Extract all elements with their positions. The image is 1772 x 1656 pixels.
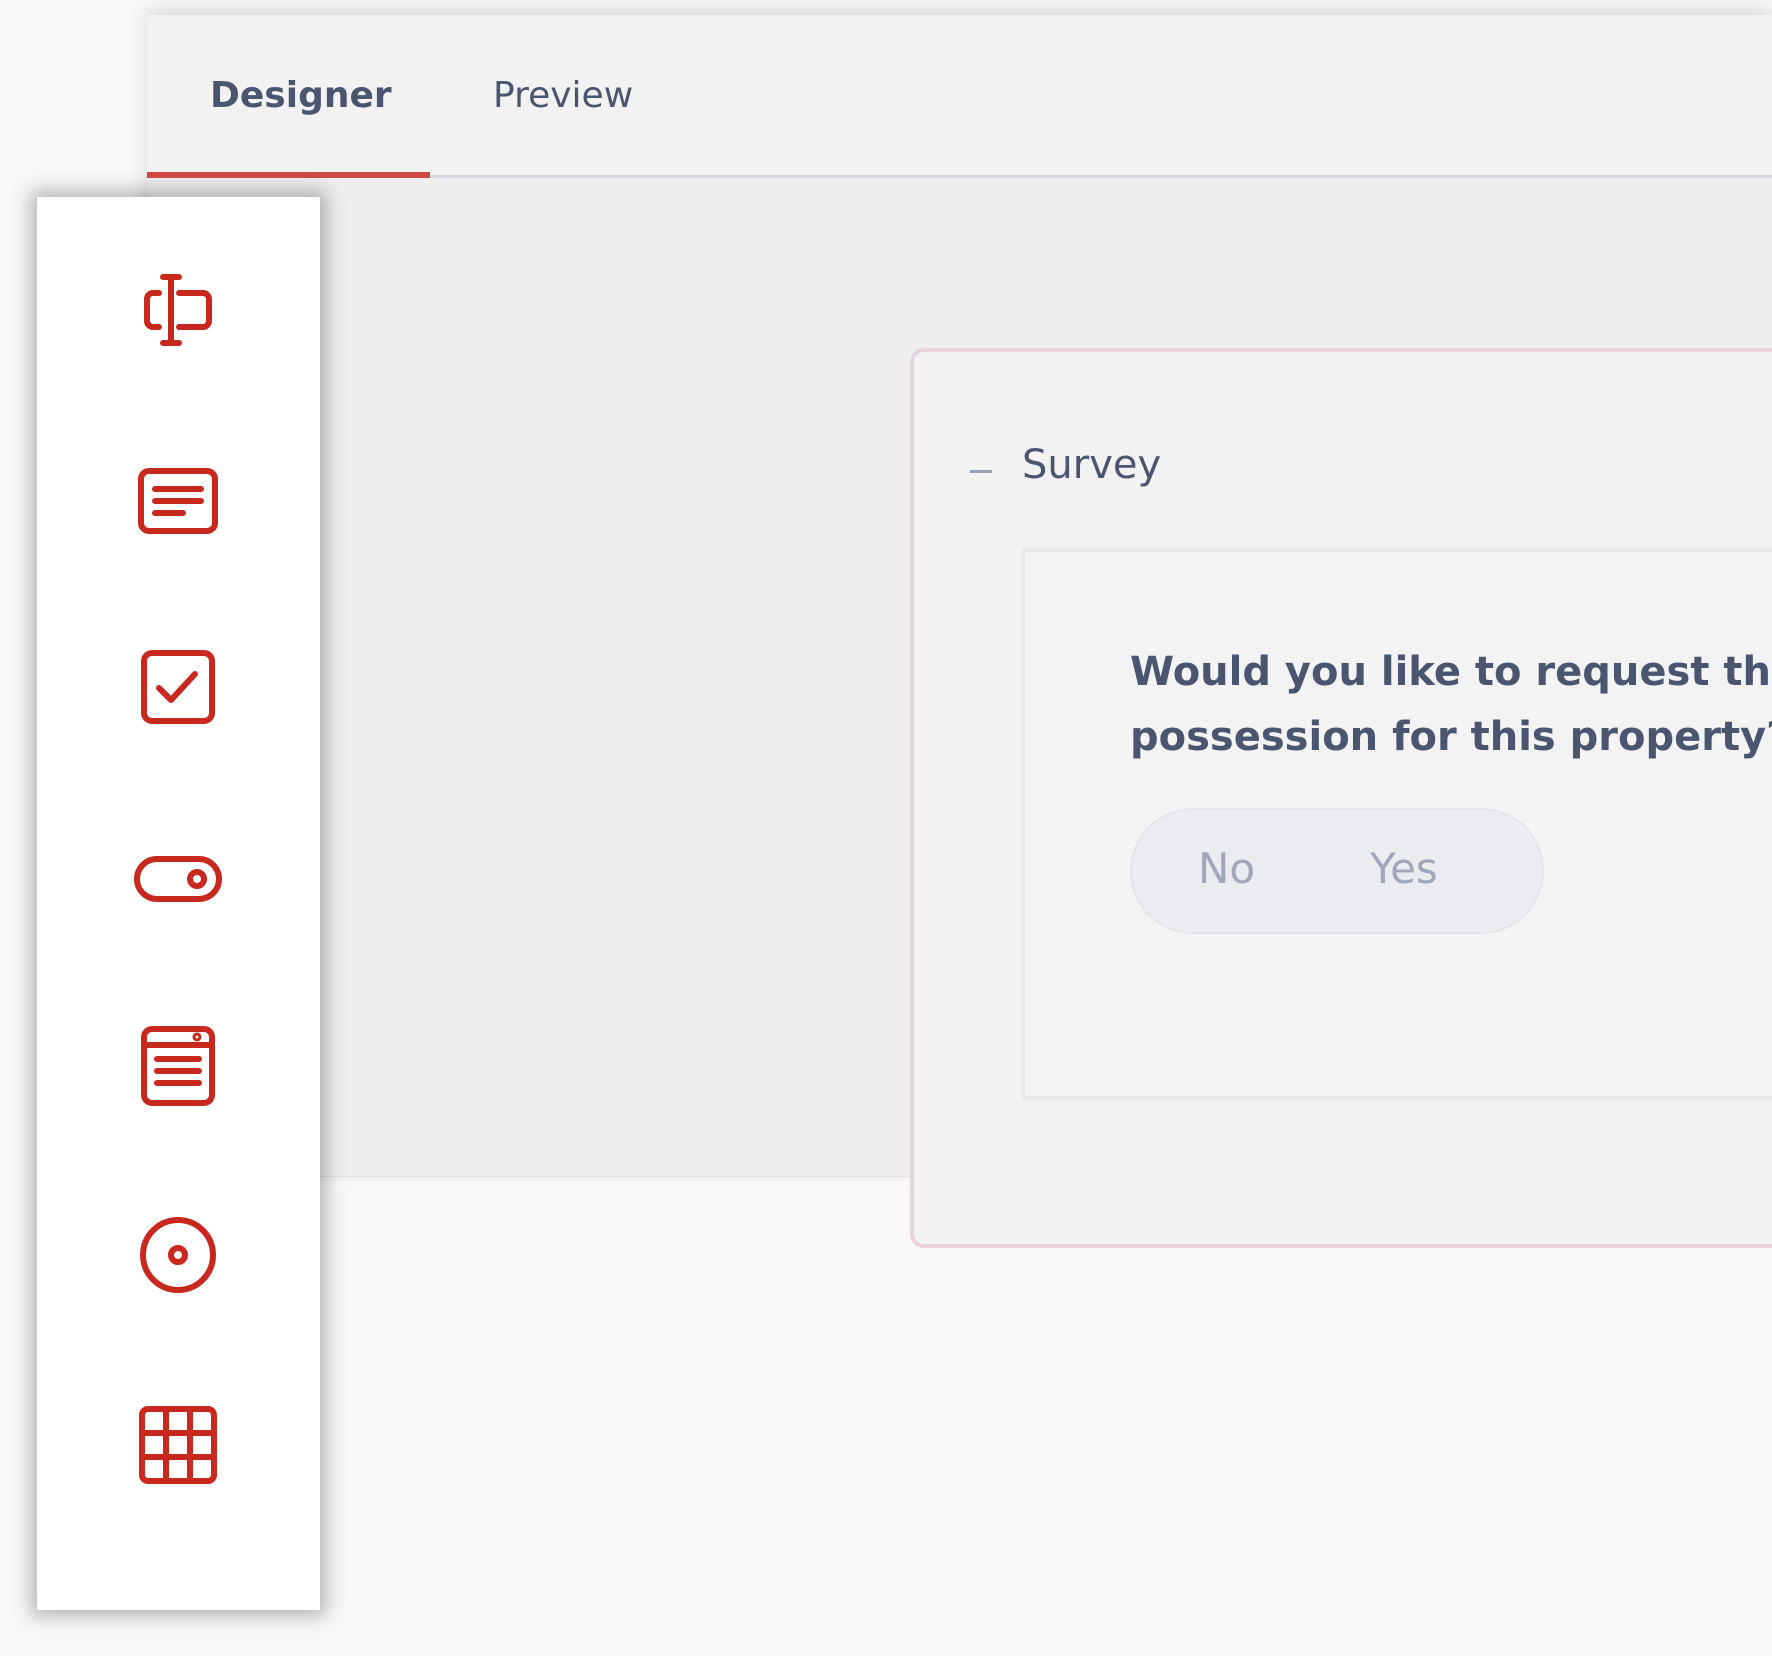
toolbox-item-comment[interactable] (133, 457, 223, 547)
dropdown-icon (141, 1026, 215, 1106)
checkbox-icon (141, 650, 215, 724)
toolbox-item-dropdown[interactable] (133, 1021, 223, 1111)
question-line-1: Would you like to request that (1130, 649, 1772, 695)
toolbox-item-checkbox[interactable] (133, 643, 223, 733)
boolean-toggle-icon (134, 856, 222, 902)
toolbox-sidebar (37, 197, 320, 1610)
toolbox-item-radiogroup[interactable] (133, 1210, 223, 1300)
tab-designer[interactable]: Designer (210, 75, 392, 116)
toolbox-item-matrix[interactable] (133, 1400, 223, 1490)
text-input-icon (144, 274, 212, 346)
toolbox-item-text[interactable] (133, 265, 223, 355)
boolean-toggle[interactable]: No Yes (1130, 808, 1544, 934)
tab-preview[interactable]: Preview (493, 75, 633, 116)
tab-bar: Designer Preview (147, 15, 1772, 178)
toolbox-item-boolean[interactable] (133, 833, 223, 923)
designer-panel: Designer Preview Survey Would you like t… (147, 15, 1772, 1248)
survey-page-card[interactable]: Survey Would you like to request that po… (910, 348, 1772, 1248)
question-line-2: possession for this property? (1130, 714, 1772, 760)
collapse-icon[interactable] (970, 470, 992, 473)
comment-icon (138, 468, 218, 534)
question-card[interactable]: Would you like to request that possessio… (1022, 548, 1772, 1100)
survey-title[interactable]: Survey (1022, 442, 1161, 488)
option-yes[interactable]: Yes (1370, 844, 1438, 893)
option-no[interactable]: No (1198, 844, 1255, 893)
design-canvas: Survey Would you like to request that po… (147, 178, 1772, 1248)
radio-group-icon (140, 1217, 216, 1293)
matrix-icon (139, 1406, 217, 1484)
question-title[interactable]: Would you like to request that possessio… (1130, 640, 1772, 770)
